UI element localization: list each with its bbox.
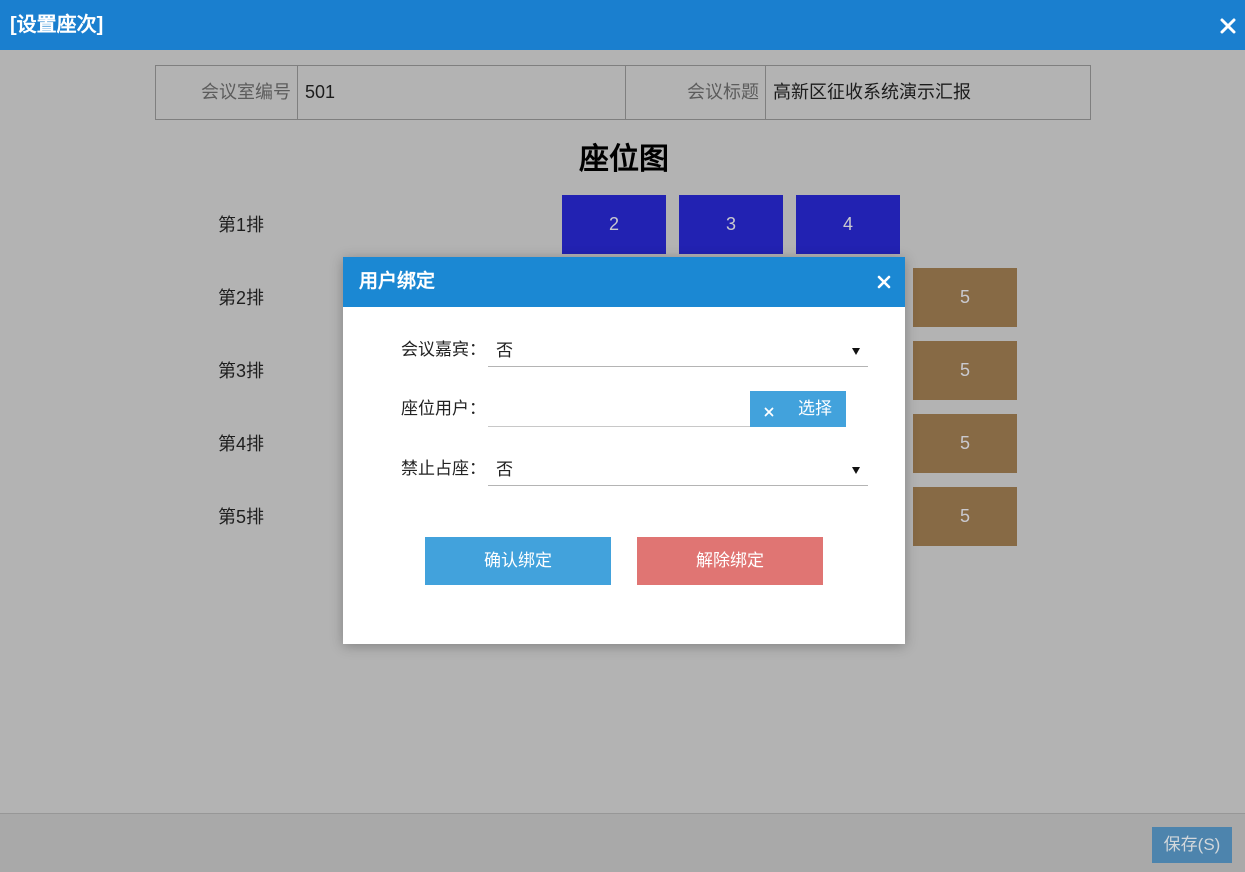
- guest-label: 会议嘉宾：: [401, 340, 486, 359]
- row-label: 第3排: [218, 361, 265, 381]
- user-binding-dialog: 用户绑定 会议嘉宾： 否 座位用户： 选择 禁止占座： 否 确认绑定 解除绑定: [343, 257, 905, 644]
- row-label: 第5排: [218, 507, 265, 527]
- seat[interactable]: 3: [679, 195, 783, 254]
- seat-map-title: 座位图: [579, 143, 669, 176]
- select-user-button[interactable]: 选择: [798, 391, 832, 427]
- room-number-value: 501: [297, 66, 625, 119]
- close-icon[interactable]: [877, 275, 891, 289]
- seat-user-picker: 选择: [750, 391, 846, 427]
- forbid-seat-value: 否: [496, 460, 513, 479]
- seat[interactable]: 2: [562, 195, 666, 254]
- seat-user-input[interactable]: [488, 391, 754, 425]
- room-number-label: 会议室编号: [201, 82, 291, 102]
- forbid-seat-select[interactable]: 否: [488, 454, 868, 486]
- close-icon[interactable]: [1220, 18, 1236, 34]
- meeting-info-table: 会议室编号 501 会议标题 高新区征收系统演示汇报: [155, 65, 1091, 120]
- clear-icon[interactable]: [764, 404, 774, 417]
- meeting-title-value: 高新区征收系统演示汇报: [765, 66, 1090, 119]
- row-label: 第1排: [218, 215, 265, 235]
- row-label: 第4排: [218, 434, 265, 454]
- seat[interactable]: 5: [913, 414, 1017, 473]
- window-header: [设置座次]: [0, 0, 1245, 50]
- dropdown-arrow-icon: [852, 467, 860, 474]
- dialog-header: 用户绑定: [343, 257, 905, 307]
- dropdown-arrow-icon: [852, 348, 860, 355]
- footer-bar: 保存(S): [0, 813, 1245, 872]
- seat[interactable]: 5: [913, 487, 1017, 546]
- window-title: [设置座次]: [10, 14, 104, 36]
- guest-value: 否: [496, 341, 513, 360]
- seat-user-label: 座位用户：: [401, 399, 486, 418]
- unbind-button[interactable]: 解除绑定: [637, 537, 823, 585]
- guest-select[interactable]: 否: [488, 335, 868, 367]
- dialog-title: 用户绑定: [359, 271, 436, 292]
- forbid-seat-label: 禁止占座：: [401, 459, 486, 478]
- seat[interactable]: 4: [796, 195, 900, 254]
- confirm-bind-button[interactable]: 确认绑定: [425, 537, 611, 585]
- seat[interactable]: 5: [913, 268, 1017, 327]
- seat[interactable]: 5: [913, 341, 1017, 400]
- save-button[interactable]: 保存(S): [1152, 827, 1232, 863]
- meeting-title-label: 会议标题: [625, 66, 765, 119]
- seat-user-field: [488, 391, 754, 427]
- row-label: 第2排: [218, 288, 265, 308]
